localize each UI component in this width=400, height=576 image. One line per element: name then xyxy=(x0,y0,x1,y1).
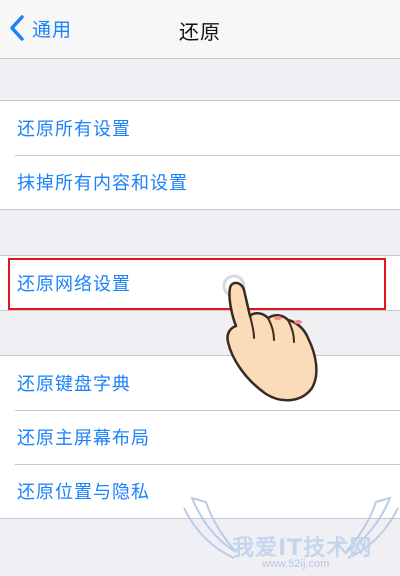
pointing-hand-icon xyxy=(222,274,318,402)
reset-home-screen-layout-item[interactable]: 还原主屏幕布局 xyxy=(0,410,400,464)
reset-all-settings-item[interactable]: 还原所有设置 xyxy=(0,101,400,155)
reset-group-1: 还原所有设置 抹掉所有内容和设置 xyxy=(0,100,400,210)
reset-group-2: 还原网络设置 xyxy=(0,255,400,311)
navigation-bar: 通用 还原 xyxy=(0,0,400,59)
reset-keyboard-dictionary-item[interactable]: 还原键盘字典 xyxy=(0,356,400,410)
page-title: 还原 xyxy=(179,20,221,44)
watermark-url: www.52ij.com xyxy=(262,558,330,570)
erase-all-content-item[interactable]: 抹掉所有内容和设置 xyxy=(0,155,400,209)
reset-network-settings-item[interactable]: 还原网络设置 xyxy=(0,256,400,310)
